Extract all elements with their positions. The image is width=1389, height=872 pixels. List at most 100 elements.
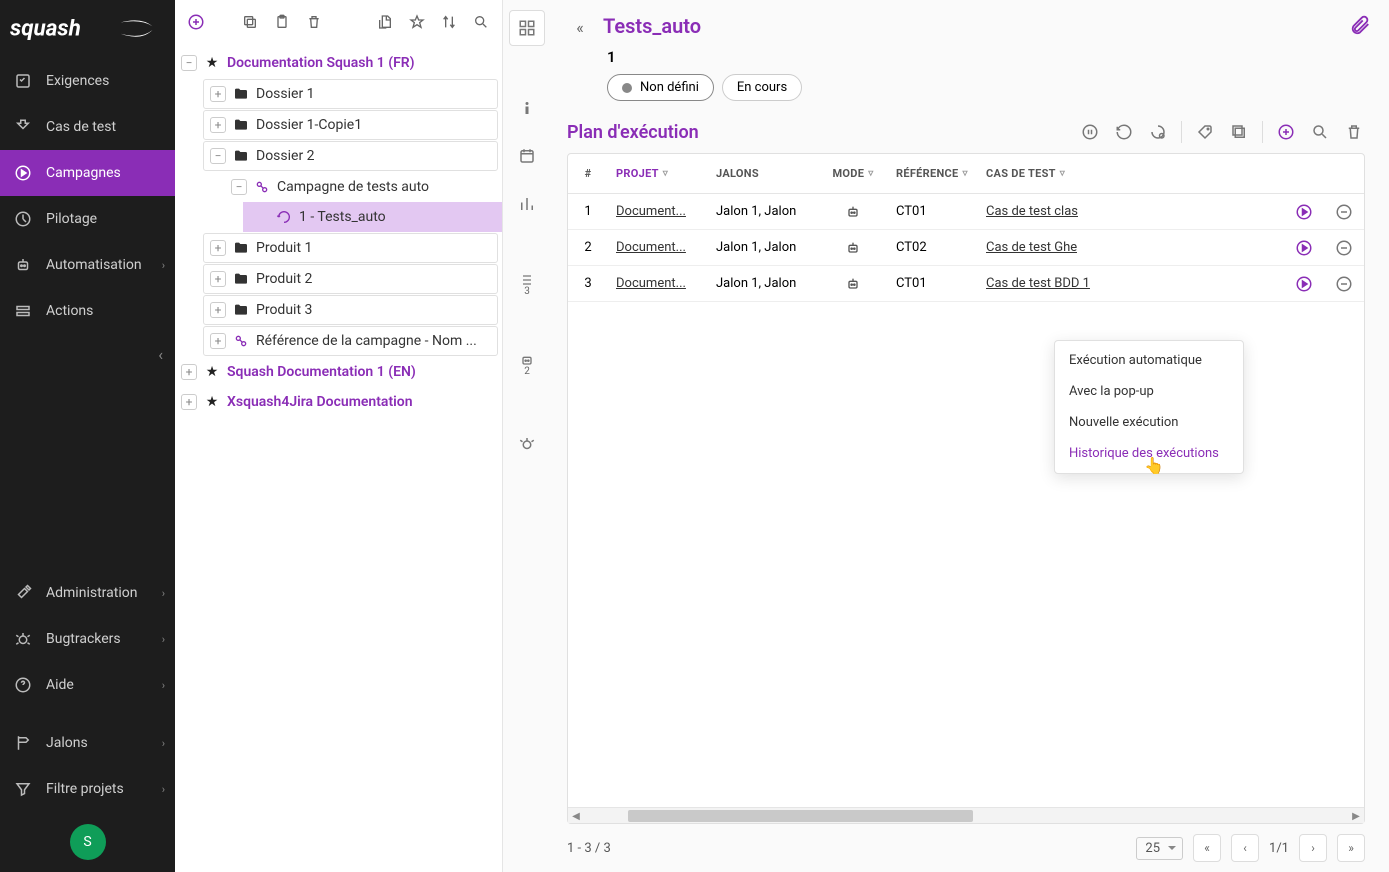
expand-icon[interactable]: +	[210, 86, 226, 102]
search-button[interactable]	[1309, 121, 1331, 143]
next-page-button[interactable]: ›	[1299, 834, 1327, 862]
copy-all-button[interactable]	[1228, 121, 1250, 143]
vtab-info[interactable]	[509, 90, 545, 126]
testcase-link[interactable]: Cas de test Ghe	[986, 240, 1077, 255]
nav-bugtrackers[interactable]: Bugtrackers›	[0, 616, 175, 662]
add-test-button[interactable]	[1275, 121, 1297, 143]
tree-folder[interactable]: − Dossier 2	[203, 141, 498, 171]
col-testcase[interactable]: CAS DE TEST▿	[978, 167, 1118, 180]
settings-button[interactable]	[1147, 121, 1169, 143]
tree-folder[interactable]: + Produit 2	[203, 264, 498, 294]
project-link[interactable]: Document...	[616, 204, 686, 219]
pause-button[interactable]	[1079, 121, 1101, 143]
vtab-dashboard[interactable]	[509, 10, 545, 46]
tree-folder[interactable]: + Produit 3	[203, 295, 498, 325]
expand-icon[interactable]: +	[210, 271, 226, 287]
project-link[interactable]: Document...	[616, 276, 686, 291]
nav-filtre-projets[interactable]: Filtre projets›	[0, 766, 175, 812]
play-button[interactable]	[1284, 239, 1324, 257]
tree-campaign[interactable]: − Campagne de tests auto	[225, 172, 502, 202]
ctx-auto-execution[interactable]: Exécution automatique	[1055, 345, 1243, 376]
vtab-calendar[interactable]	[509, 138, 545, 174]
nav-cas-de-test[interactable]: Cas de test	[0, 104, 175, 150]
expand-icon[interactable]: +	[210, 240, 226, 256]
tree-folder[interactable]: + Dossier 1	[203, 79, 498, 109]
back-button[interactable]: «	[567, 14, 593, 40]
expand-icon[interactable]: +	[210, 333, 226, 349]
tree-folder[interactable]: + Produit 1	[203, 233, 498, 263]
export-button[interactable]	[374, 11, 396, 33]
remove-button[interactable]	[1324, 239, 1364, 257]
expand-icon[interactable]: +	[210, 302, 226, 318]
testcase-link[interactable]: Cas de test BDD 1	[986, 276, 1090, 291]
play-button[interactable]	[1284, 203, 1324, 221]
status-undefined-pill[interactable]: Non défini	[607, 74, 714, 101]
ctx-new-execution[interactable]: Nouvelle exécution	[1055, 407, 1243, 438]
filter-icon[interactable]: ▿	[963, 168, 968, 179]
nav-jalons[interactable]: Jalons›	[0, 720, 175, 766]
expand-icon[interactable]: +	[210, 117, 226, 133]
nav-administration[interactable]: Administration›	[0, 570, 175, 616]
last-page-button[interactable]: »	[1337, 834, 1365, 862]
avatar[interactable]: S	[70, 824, 106, 860]
table-row[interactable]: 3 Document... Jalon 1, Jalon CT01 Cas de…	[568, 266, 1364, 302]
remove-button[interactable]	[1324, 275, 1364, 293]
horizontal-scrollbar[interactable]: ◀ ▶	[568, 807, 1364, 823]
copy-button[interactable]	[239, 11, 261, 33]
scroll-left-icon[interactable]: ◀	[568, 808, 584, 824]
search-button[interactable]	[470, 11, 492, 33]
tree-iteration[interactable]: 1 - Tests_auto	[243, 202, 502, 232]
tree-campaign-ref[interactable]: + Référence de la campagne - Nom ...	[203, 326, 498, 356]
vtab-bug[interactable]	[509, 426, 545, 462]
tree-project[interactable]: + ★ Squash Documentation 1 (EN)	[175, 357, 502, 387]
delete-button[interactable]	[1343, 121, 1365, 143]
nav-pilotage[interactable]: Pilotage	[0, 196, 175, 242]
nav-actions[interactable]: Actions	[0, 288, 175, 334]
nav-aide[interactable]: Aide›	[0, 662, 175, 708]
collapse-icon[interactable]: −	[181, 55, 197, 71]
nav-automatisation[interactable]: Automatisation›	[0, 242, 175, 288]
tree-folder[interactable]: + Dossier 1-Copie1	[203, 110, 498, 140]
nav-campagnes[interactable]: Campagnes	[0, 150, 175, 196]
filter-icon[interactable]: ▿	[663, 168, 668, 179]
col-index[interactable]: #	[568, 167, 608, 180]
collapse-sidebar[interactable]: ‹	[0, 334, 175, 374]
tag-button[interactable]	[1194, 121, 1216, 143]
table-row[interactable]: 1 Document... Jalon 1, Jalon CT01 Cas de…	[568, 194, 1364, 230]
filter-icon[interactable]: ▿	[868, 168, 873, 179]
collapse-icon[interactable]: −	[231, 179, 247, 195]
logo[interactable]: squash	[0, 0, 175, 58]
expand-icon[interactable]: +	[181, 394, 197, 410]
col-reference[interactable]: RÉFÉRENCE▿	[888, 167, 978, 180]
tree-project[interactable]: + ★ Xsquash4Jira Documentation	[175, 387, 502, 417]
scroll-right-icon[interactable]: ▶	[1348, 808, 1364, 824]
collapse-icon[interactable]: −	[210, 148, 226, 164]
status-running-pill[interactable]: En cours	[722, 74, 802, 101]
tree-project[interactable]: − ★ Documentation Squash 1 (FR)	[175, 48, 502, 78]
vtab-stats[interactable]	[509, 186, 545, 222]
ctx-history[interactable]: Historique des exécutions	[1055, 438, 1243, 469]
filter-icon[interactable]: ▿	[1060, 168, 1065, 179]
add-button[interactable]	[185, 11, 207, 33]
remove-button[interactable]	[1324, 203, 1364, 221]
play-button[interactable]	[1284, 275, 1324, 293]
col-mode[interactable]: MODE▿	[818, 167, 888, 180]
scroll-thumb[interactable]	[628, 810, 973, 822]
sort-button[interactable]	[438, 11, 460, 33]
prev-page-button[interactable]: ‹	[1231, 834, 1259, 862]
nav-exigences[interactable]: Exigences	[0, 58, 175, 104]
vtab-robot[interactable]: 2	[509, 346, 545, 382]
testcase-link[interactable]: Cas de test clas	[986, 204, 1078, 219]
table-row[interactable]: 2 Document... Jalon 1, Jalon CT02 Cas de…	[568, 230, 1364, 266]
first-page-button[interactable]: «	[1193, 834, 1221, 862]
expand-icon[interactable]: +	[181, 364, 197, 380]
history-button[interactable]	[1113, 121, 1135, 143]
page-size-select[interactable]: 25	[1136, 837, 1183, 860]
col-project[interactable]: PROJET▿	[608, 167, 708, 180]
ctx-popup-execution[interactable]: Avec la pop-up	[1055, 376, 1243, 407]
project-link[interactable]: Document...	[616, 240, 686, 255]
favorite-button[interactable]	[406, 11, 428, 33]
paste-button[interactable]	[271, 11, 293, 33]
vtab-list[interactable]: 3	[509, 266, 545, 302]
attachment-button[interactable]	[1349, 14, 1371, 36]
